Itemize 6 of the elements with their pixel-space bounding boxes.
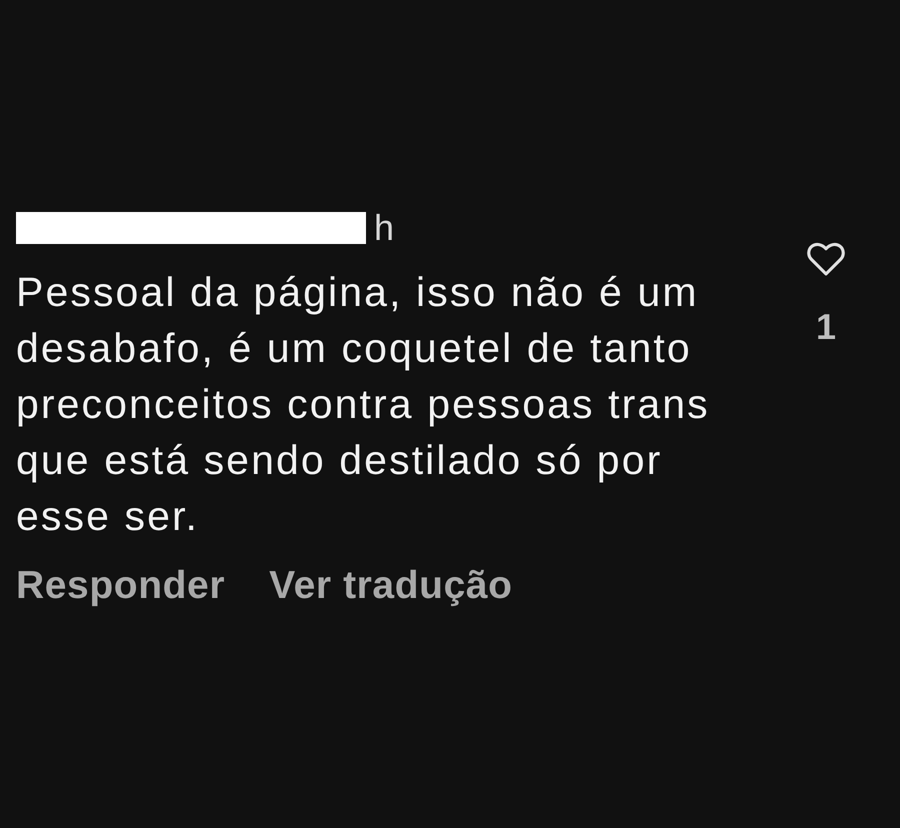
like-count: 1 <box>816 308 836 346</box>
heart-icon[interactable] <box>806 242 846 276</box>
timestamp: h <box>374 209 394 247</box>
comment-text: Pessoal da página, isso não é um desabafo, é um coquetel de tanto preconceitos contra pessoas trans que está sendo destilado só por esse ser. <box>16 268 711 541</box>
see-translation-link[interactable]: Ver tradução <box>269 564 513 608</box>
reply-link[interactable]: Responder <box>16 564 226 608</box>
